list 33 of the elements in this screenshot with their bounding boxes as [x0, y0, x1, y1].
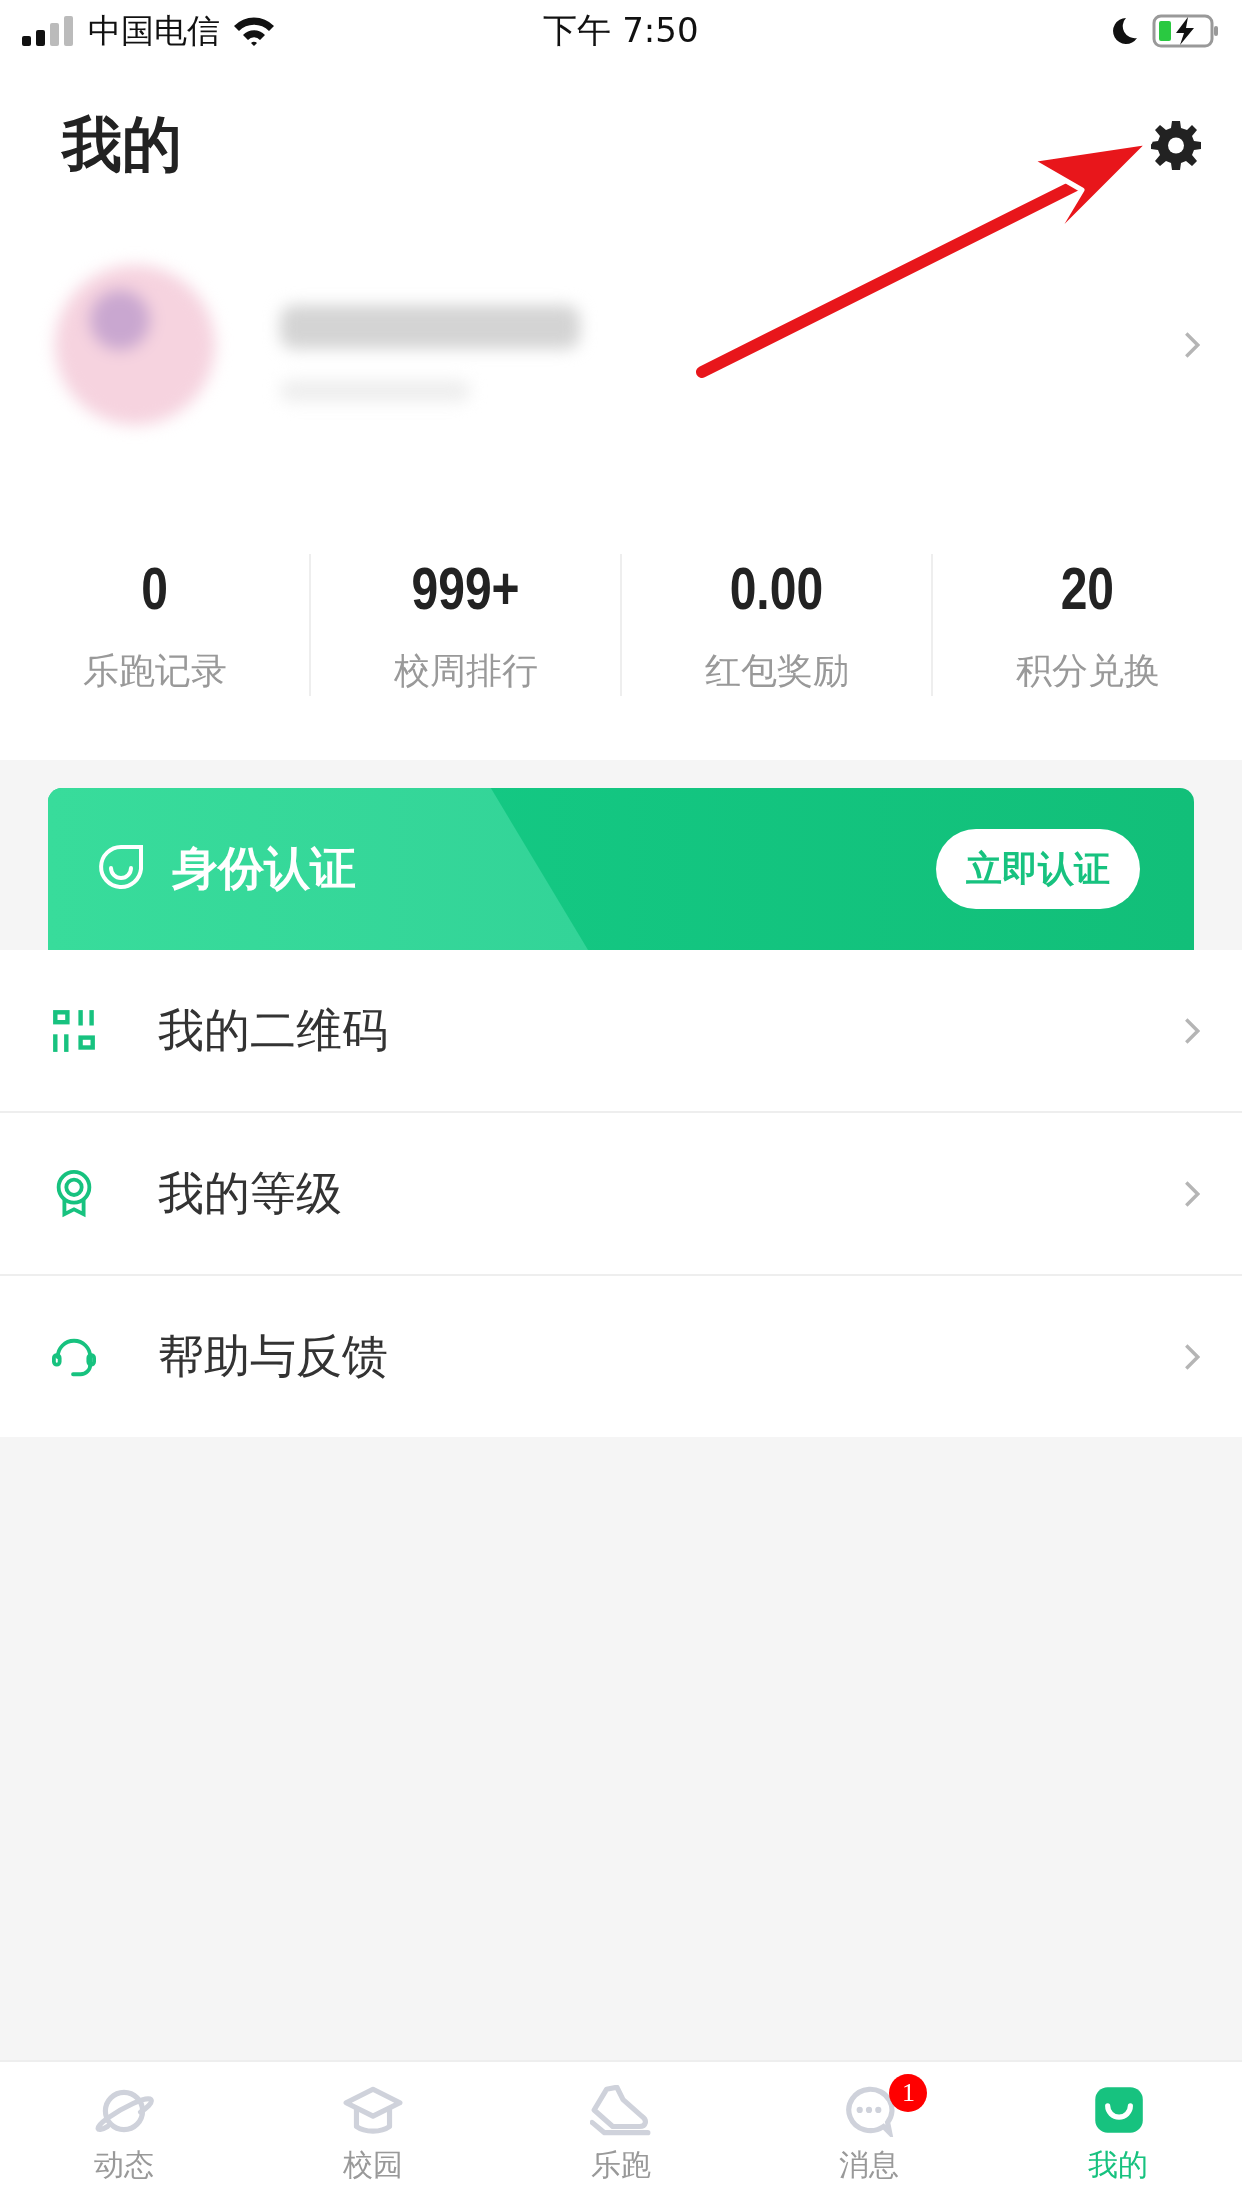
tab-item[interactable]: 校园 [248, 2062, 497, 2208]
chevron-right-icon [1184, 331, 1200, 359]
menu-item[interactable]: 我的二维码 [0, 950, 1242, 1113]
chevron-right-icon [1184, 1342, 1200, 1371]
verify-button[interactable]: 立即认证 [936, 829, 1140, 909]
tab-item[interactable]: 消息 1 [745, 2062, 994, 2208]
signal-icon [22, 16, 76, 46]
carrier-name: 中国电信 [88, 9, 220, 52]
shoe-icon [590, 2084, 652, 2137]
tab-item[interactable]: 动态 [0, 2062, 249, 2208]
stat-label[interactable]: 校周排行 [393, 647, 538, 696]
stat-label[interactable]: 积分兑换 [1015, 647, 1160, 696]
chevron-right-icon [1184, 1016, 1200, 1045]
menu-item[interactable]: 帮助与反馈 [0, 1276, 1242, 1437]
wifi-icon [232, 15, 276, 47]
chevron-right-icon [1184, 1179, 1200, 1208]
graduation-cap-icon [341, 2084, 404, 2137]
tab-item[interactable]: 我的 [993, 2062, 1242, 2208]
page-title: 我的 [62, 107, 182, 181]
status-time: 下午 7:50 [543, 9, 699, 52]
banner-title: 身份认证 [172, 840, 357, 897]
stat-value: 999+ [411, 554, 520, 623]
menu-item[interactable]: 我的等级 [0, 1113, 1242, 1276]
battery-icon [1152, 14, 1220, 48]
stat-value: 20 [1060, 554, 1115, 623]
unread-badge: 1 [889, 2074, 928, 2112]
stat-label[interactable]: 红包奖励 [704, 647, 849, 696]
stat-value: 0 [141, 554, 168, 623]
tab-item[interactable]: 乐跑 [496, 2062, 746, 2208]
stat-value: 0.00 [729, 554, 824, 623]
moon-icon [1110, 16, 1138, 46]
settings-icon[interactable] [1150, 119, 1202, 171]
stat-label[interactable]: 乐跑记录 [82, 647, 227, 696]
